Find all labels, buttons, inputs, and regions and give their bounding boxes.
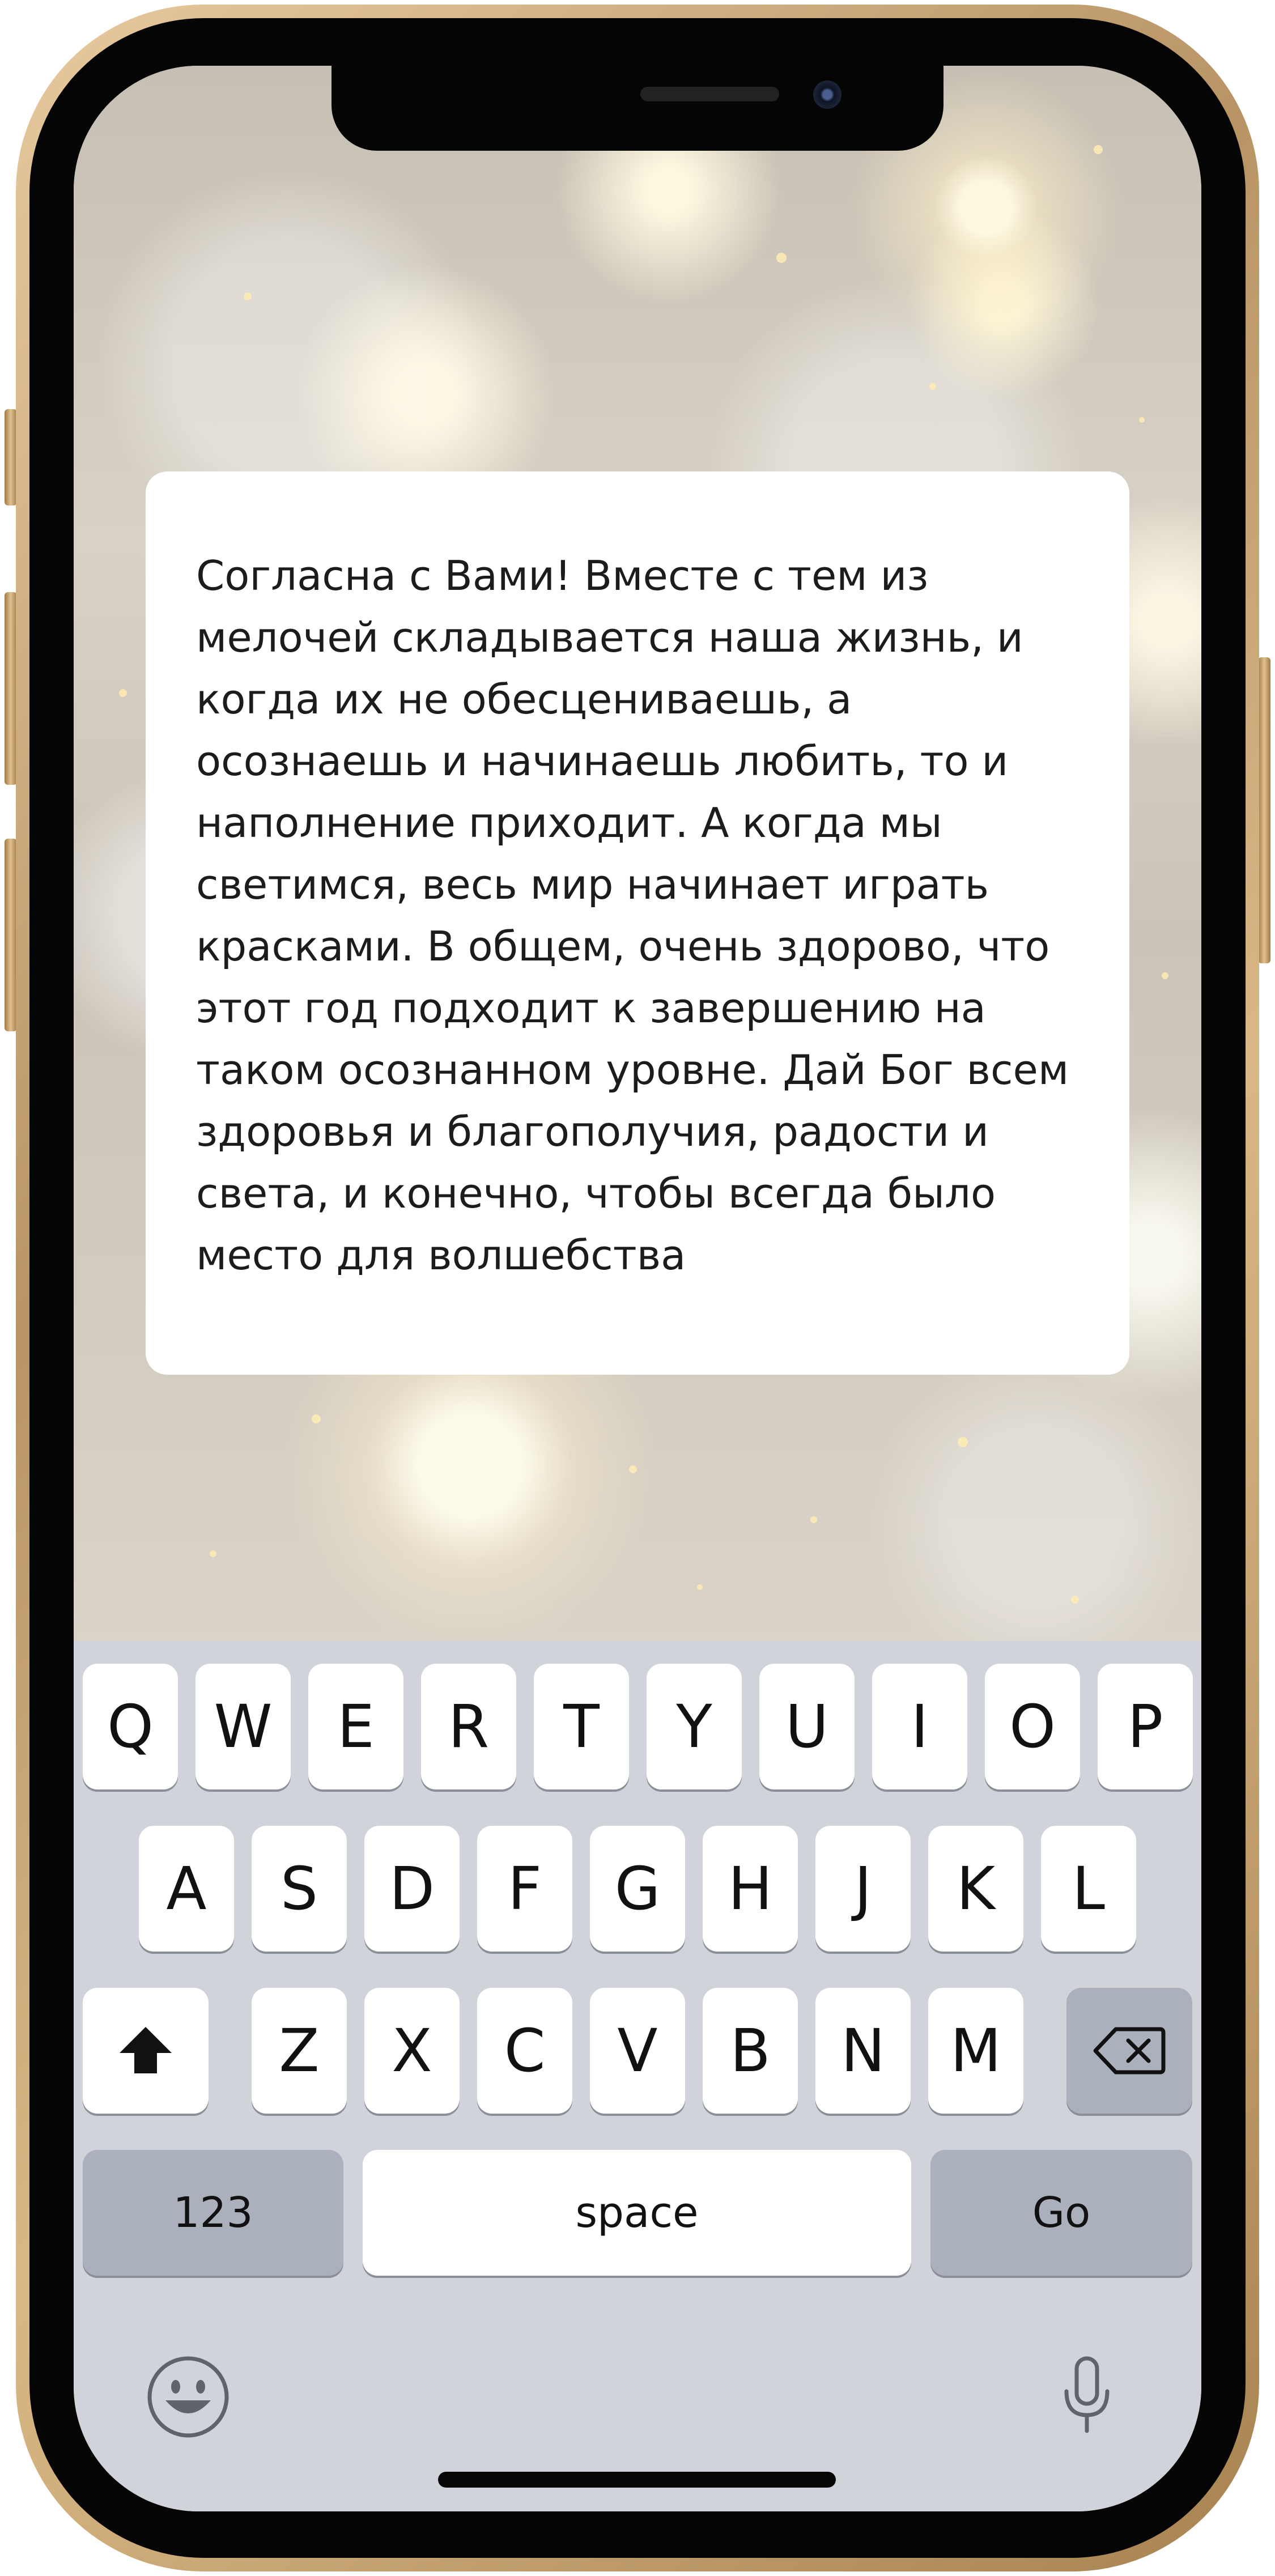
space-key[interactable]: space <box>363 2150 911 2276</box>
volume-down-button <box>5 839 17 1031</box>
key-x[interactable]: X <box>364 1988 460 2114</box>
key-r[interactable]: R <box>421 1664 516 1789</box>
shift-key[interactable] <box>83 1988 209 2114</box>
key-m[interactable]: M <box>928 1988 1023 2114</box>
key-z[interactable]: Z <box>252 1988 347 2114</box>
keyboard: Q W E R T Y U I O P A S D F G H J K L Z … <box>74 1641 1201 2511</box>
key-c[interactable]: C <box>477 1988 572 2114</box>
silent-switch <box>5 409 17 505</box>
shift-icon <box>120 2027 172 2073</box>
key-y[interactable]: Y <box>647 1664 742 1789</box>
message-card[interactable]: Согласна с Вами! Вместе с тем из мелочей… <box>146 471 1129 1375</box>
key-d[interactable]: D <box>364 1826 460 1952</box>
earpiece-speaker <box>640 87 779 101</box>
message-text[interactable]: Согласна с Вами! Вместе с тем из мелочей… <box>196 545 1080 1286</box>
go-key[interactable]: Go <box>930 2150 1192 2276</box>
key-n[interactable]: N <box>815 1988 911 2114</box>
phone-screen: Согласна с Вами! Вместе с тем из мелочей… <box>74 66 1201 2511</box>
volume-up-button <box>5 592 17 785</box>
delete-icon <box>1093 2027 1166 2075</box>
key-f[interactable]: F <box>477 1826 572 1952</box>
key-q[interactable]: Q <box>83 1664 178 1789</box>
key-i[interactable]: I <box>872 1664 967 1789</box>
power-button <box>1258 657 1270 963</box>
microphone-icon[interactable] <box>1060 2356 1114 2435</box>
key-p[interactable]: P <box>1098 1664 1193 1789</box>
key-g[interactable]: G <box>590 1826 685 1952</box>
key-w[interactable]: W <box>196 1664 291 1789</box>
key-a[interactable]: A <box>139 1826 234 1952</box>
key-e[interactable]: E <box>308 1664 403 1789</box>
key-h[interactable]: H <box>703 1826 798 1952</box>
front-camera <box>813 80 842 109</box>
key-l[interactable]: L <box>1041 1826 1136 1952</box>
key-v[interactable]: V <box>590 1988 685 2114</box>
key-j[interactable]: J <box>815 1826 911 1952</box>
numbers-key[interactable]: 123 <box>83 2150 343 2276</box>
notch <box>332 66 944 151</box>
delete-key[interactable] <box>1066 1988 1192 2114</box>
key-b[interactable]: B <box>703 1988 798 2114</box>
key-t[interactable]: T <box>534 1664 629 1789</box>
home-indicator[interactable] <box>438 2472 836 2488</box>
key-u[interactable]: U <box>759 1664 855 1789</box>
key-k[interactable]: K <box>928 1826 1023 1952</box>
key-s[interactable]: S <box>252 1826 347 1952</box>
emoji-icon[interactable] <box>146 2355 230 2439</box>
key-o[interactable]: O <box>985 1664 1080 1789</box>
